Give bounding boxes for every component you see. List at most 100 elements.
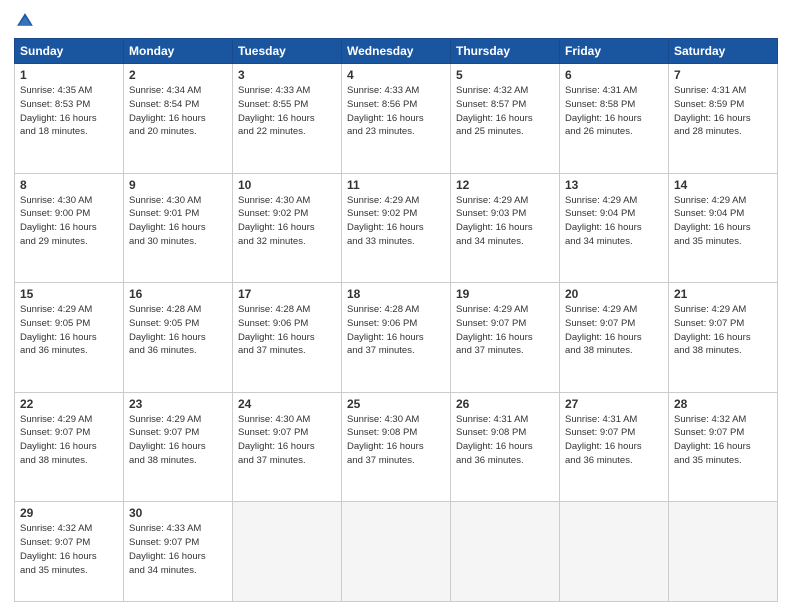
calendar-cell: 1 Sunrise: 4:35 AMSunset: 8:53 PMDaylight… [15, 64, 124, 174]
calendar-cell: 18 Sunrise: 4:28 AMSunset: 9:06 PMDayligh… [342, 283, 451, 393]
calendar-cell: 2 Sunrise: 4:34 AMSunset: 8:54 PMDaylight… [124, 64, 233, 174]
day-number: 11 [347, 178, 445, 192]
day-number: 12 [456, 178, 554, 192]
day-number: 4 [347, 68, 445, 82]
calendar-cell: 10Sunrise: 4:30 AMSunset: 9:02 PMDayligh… [233, 173, 342, 283]
logo [14, 10, 39, 32]
day-info: Sunrise: 4:32 AMSunset: 9:07 PMDaylight:… [20, 522, 118, 577]
day-info: Sunrise: 4:30 AMSunset: 9:02 PMDaylight:… [238, 194, 336, 249]
calendar-cell: 28 Sunrise: 4:32 AMSunset: 9:07 PMDayligh… [669, 392, 778, 502]
calendar-cell: 15 Sunrise: 4:29 AMSunset: 9:05 PMDayligh… [15, 283, 124, 393]
calendar-cell: 27Sunrise: 4:31 AMSunset: 9:07 PMDayligh… [560, 392, 669, 502]
day-info: Sunrise: 4:29 AMSunset: 9:02 PMDaylight:… [347, 194, 445, 249]
day-info: Sunrise: 4:32 AMSunset: 8:57 PMDaylight:… [456, 84, 554, 139]
calendar-cell: 21 Sunrise: 4:29 AMSunset: 9:07 PMDayligh… [669, 283, 778, 393]
header [14, 10, 778, 32]
calendar-cell: 29 Sunrise: 4:32 AMSunset: 9:07 PMDayligh… [15, 502, 124, 602]
week-row-5: 29 Sunrise: 4:32 AMSunset: 9:07 PMDayligh… [15, 502, 778, 602]
day-number: 29 [20, 506, 118, 520]
page: SundayMondayTuesdayWednesdayThursdayFrid… [0, 0, 792, 612]
day-number: 25 [347, 397, 445, 411]
day-info: Sunrise: 4:30 AMSunset: 9:01 PMDaylight:… [129, 194, 227, 249]
day-number: 15 [20, 287, 118, 301]
col-header-saturday: Saturday [669, 39, 778, 64]
day-info: Sunrise: 4:29 AMSunset: 9:07 PMDaylight:… [129, 413, 227, 468]
day-number: 19 [456, 287, 554, 301]
calendar-cell: 11 Sunrise: 4:29 AMSunset: 9:02 PMDayligh… [342, 173, 451, 283]
col-header-friday: Friday [560, 39, 669, 64]
day-number: 1 [20, 68, 118, 82]
day-info: Sunrise: 4:29 AMSunset: 9:07 PMDaylight:… [456, 303, 554, 358]
day-info: Sunrise: 4:28 AMSunset: 9:05 PMDaylight:… [129, 303, 227, 358]
day-info: Sunrise: 4:33 AMSunset: 8:55 PMDaylight:… [238, 84, 336, 139]
calendar-body: 1 Sunrise: 4:35 AMSunset: 8:53 PMDaylight… [15, 64, 778, 602]
col-header-thursday: Thursday [451, 39, 560, 64]
day-info: Sunrise: 4:34 AMSunset: 8:54 PMDaylight:… [129, 84, 227, 139]
day-info: Sunrise: 4:29 AMSunset: 9:07 PMDaylight:… [674, 303, 772, 358]
calendar-cell: 5 Sunrise: 4:32 AMSunset: 8:57 PMDaylight… [451, 64, 560, 174]
calendar-cell: 16 Sunrise: 4:28 AMSunset: 9:05 PMDayligh… [124, 283, 233, 393]
calendar-cell: 24 Sunrise: 4:30 AMSunset: 9:07 PMDayligh… [233, 392, 342, 502]
day-info: Sunrise: 4:29 AMSunset: 9:07 PMDaylight:… [20, 413, 118, 468]
day-info: Sunrise: 4:33 AMSunset: 8:56 PMDaylight:… [347, 84, 445, 139]
calendar-cell: 4 Sunrise: 4:33 AMSunset: 8:56 PMDaylight… [342, 64, 451, 174]
col-header-tuesday: Tuesday [233, 39, 342, 64]
day-number: 30 [129, 506, 227, 520]
day-number: 26 [456, 397, 554, 411]
calendar-cell [451, 502, 560, 602]
calendar-cell: 19 Sunrise: 4:29 AMSunset: 9:07 PMDayligh… [451, 283, 560, 393]
week-row-1: 1 Sunrise: 4:35 AMSunset: 8:53 PMDaylight… [15, 64, 778, 174]
calendar-cell [560, 502, 669, 602]
calendar-cell: 6Sunrise: 4:31 AMSunset: 8:58 PMDaylight… [560, 64, 669, 174]
calendar-cell: 12 Sunrise: 4:29 AMSunset: 9:03 PMDayligh… [451, 173, 560, 283]
day-number: 8 [20, 178, 118, 192]
day-number: 5 [456, 68, 554, 82]
day-number: 2 [129, 68, 227, 82]
calendar-cell: 9 Sunrise: 4:30 AMSunset: 9:01 PMDaylight… [124, 173, 233, 283]
day-number: 24 [238, 397, 336, 411]
calendar-table: SundayMondayTuesdayWednesdayThursdayFrid… [14, 38, 778, 602]
day-number: 6 [565, 68, 663, 82]
calendar-cell: 7 Sunrise: 4:31 AMSunset: 8:59 PMDaylight… [669, 64, 778, 174]
day-info: Sunrise: 4:35 AMSunset: 8:53 PMDaylight:… [20, 84, 118, 139]
calendar-cell: 26 Sunrise: 4:31 AMSunset: 9:08 PMDayligh… [451, 392, 560, 502]
day-number: 21 [674, 287, 772, 301]
day-info: Sunrise: 4:31 AMSunset: 9:07 PMDaylight:… [565, 413, 663, 468]
day-number: 13 [565, 178, 663, 192]
day-number: 3 [238, 68, 336, 82]
day-number: 22 [20, 397, 118, 411]
day-info: Sunrise: 4:32 AMSunset: 9:07 PMDaylight:… [674, 413, 772, 468]
day-info: Sunrise: 4:31 AMSunset: 9:08 PMDaylight:… [456, 413, 554, 468]
calendar-cell: 14Sunrise: 4:29 AMSunset: 9:04 PMDayligh… [669, 173, 778, 283]
week-row-4: 22 Sunrise: 4:29 AMSunset: 9:07 PMDayligh… [15, 392, 778, 502]
day-info: Sunrise: 4:29 AMSunset: 9:04 PMDaylight:… [674, 194, 772, 249]
day-number: 9 [129, 178, 227, 192]
calendar-cell: 23Sunrise: 4:29 AMSunset: 9:07 PMDayligh… [124, 392, 233, 502]
day-number: 17 [238, 287, 336, 301]
calendar-cell: 22 Sunrise: 4:29 AMSunset: 9:07 PMDayligh… [15, 392, 124, 502]
day-info: Sunrise: 4:29 AMSunset: 9:04 PMDaylight:… [565, 194, 663, 249]
day-number: 28 [674, 397, 772, 411]
day-info: Sunrise: 4:28 AMSunset: 9:06 PMDaylight:… [347, 303, 445, 358]
calendar-cell: 30 Sunrise: 4:33 AMSunset: 9:07 PMDayligh… [124, 502, 233, 602]
day-info: Sunrise: 4:28 AMSunset: 9:06 PMDaylight:… [238, 303, 336, 358]
calendar-cell: 13 Sunrise: 4:29 AMSunset: 9:04 PMDayligh… [560, 173, 669, 283]
day-info: Sunrise: 4:33 AMSunset: 9:07 PMDaylight:… [129, 522, 227, 577]
day-info: Sunrise: 4:29 AMSunset: 9:03 PMDaylight:… [456, 194, 554, 249]
day-number: 7 [674, 68, 772, 82]
calendar-cell: 17 Sunrise: 4:28 AMSunset: 9:06 PMDayligh… [233, 283, 342, 393]
day-info: Sunrise: 4:30 AMSunset: 9:00 PMDaylight:… [20, 194, 118, 249]
day-info: Sunrise: 4:31 AMSunset: 8:59 PMDaylight:… [674, 84, 772, 139]
calendar-cell: 20Sunrise: 4:29 AMSunset: 9:07 PMDayligh… [560, 283, 669, 393]
day-number: 20 [565, 287, 663, 301]
calendar-cell [233, 502, 342, 602]
day-info: Sunrise: 4:29 AMSunset: 9:05 PMDaylight:… [20, 303, 118, 358]
calendar-header-row: SundayMondayTuesdayWednesdayThursdayFrid… [15, 39, 778, 64]
calendar-cell [669, 502, 778, 602]
day-number: 16 [129, 287, 227, 301]
calendar-cell: 3 Sunrise: 4:33 AMSunset: 8:55 PMDaylight… [233, 64, 342, 174]
calendar-cell: 8 Sunrise: 4:30 AMSunset: 9:00 PMDaylight… [15, 173, 124, 283]
col-header-sunday: Sunday [15, 39, 124, 64]
day-info: Sunrise: 4:30 AMSunset: 9:07 PMDaylight:… [238, 413, 336, 468]
day-number: 18 [347, 287, 445, 301]
